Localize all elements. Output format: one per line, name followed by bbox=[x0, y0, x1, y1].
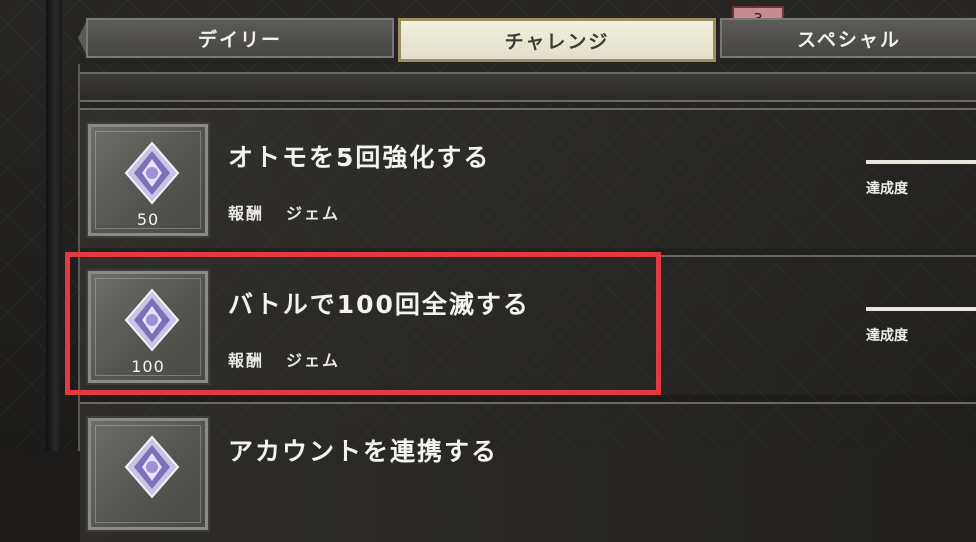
reward-type: ジェム bbox=[286, 204, 341, 223]
progress-bar bbox=[866, 307, 976, 311]
gem-icon bbox=[124, 435, 180, 499]
tab-daily[interactable]: デイリー bbox=[86, 18, 394, 58]
mission-row[interactable]: 50 オトモを5回強化する 報酬 ジェム 達成度 bbox=[80, 108, 976, 248]
left-frame-rail bbox=[46, 0, 62, 451]
gem-icon bbox=[124, 141, 180, 205]
reward-label: 報酬 bbox=[228, 204, 265, 223]
reward-info: 報酬 ジェム bbox=[228, 200, 362, 224]
reward-icon-box: 100 bbox=[86, 269, 210, 385]
reward-icon-box bbox=[86, 416, 210, 532]
mission-title: オトモを5回強化する bbox=[228, 143, 491, 172]
progress-label: 達成度 bbox=[866, 328, 908, 344]
tab-special[interactable]: スペシャル bbox=[720, 18, 976, 58]
mission-tabs: デイリー チャレンジ 3 スペシャル bbox=[78, 6, 976, 62]
mission-title: アカウントを連携する bbox=[228, 437, 499, 466]
progress-bar bbox=[866, 160, 976, 164]
gem-icon bbox=[124, 288, 180, 352]
reward-count: 50 bbox=[136, 210, 160, 229]
partial-mission-row bbox=[80, 72, 976, 102]
tab-challenge[interactable]: チャレンジ bbox=[398, 18, 716, 62]
reward-type: ジェム bbox=[286, 351, 341, 370]
progress-label: 達成度 bbox=[866, 181, 908, 197]
reward-label: 報酬 bbox=[228, 351, 265, 370]
mission-row[interactable]: 100 バトルで100回全滅する 報酬 ジェム 達成度 bbox=[80, 255, 976, 395]
mission-title: バトルで100回全滅する bbox=[228, 290, 530, 319]
reward-count: 100 bbox=[131, 357, 165, 376]
mission-row[interactable]: アカウントを連携する bbox=[80, 402, 976, 542]
reward-info: 報酬 ジェム bbox=[228, 347, 362, 371]
reward-icon-box: 50 bbox=[86, 122, 210, 238]
